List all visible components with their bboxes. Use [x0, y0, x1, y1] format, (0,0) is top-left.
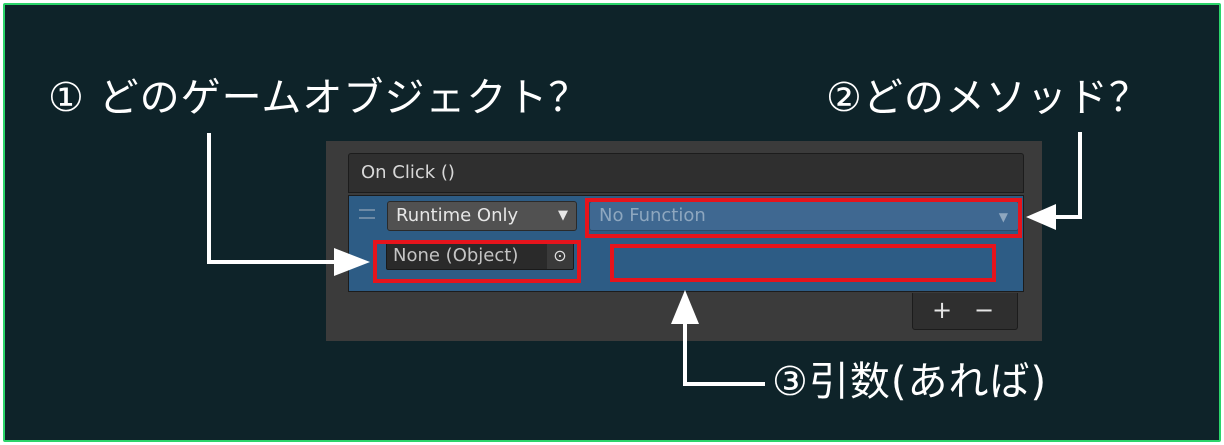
annotation-arrows	[207, 132, 1082, 386]
arrowhead-argument	[671, 290, 699, 324]
arrow-to-object-field	[207, 133, 336, 264]
arrowhead-object	[334, 248, 370, 276]
arrow-to-argument-field	[683, 323, 765, 386]
arrowhead-method	[1026, 204, 1056, 230]
arrow-to-function-dropdown	[1052, 132, 1082, 219]
